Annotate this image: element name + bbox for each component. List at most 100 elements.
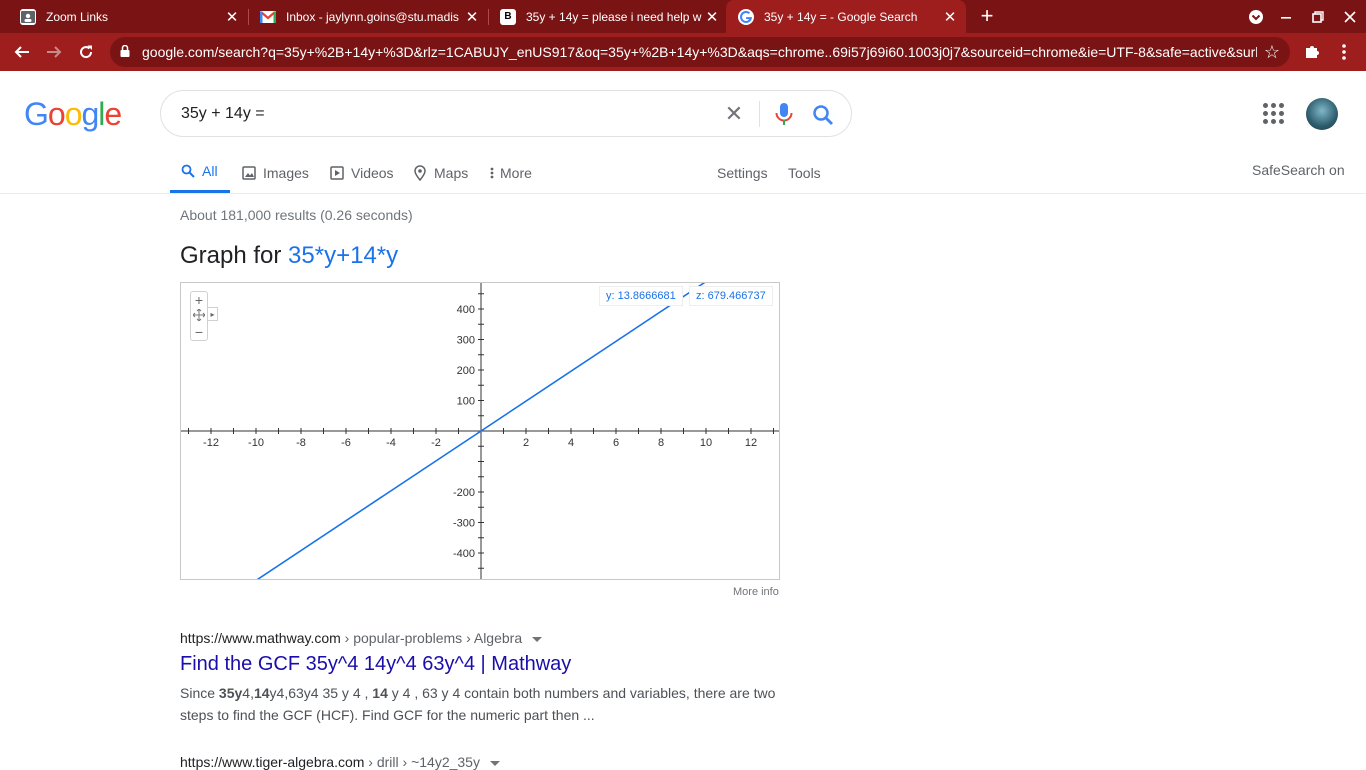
result-title-link[interactable]: Find the GCF 35y^4 14y^4 63y^4 | Mathway (180, 653, 571, 676)
tab-zoom-links[interactable]: Zoom Links ✕ (8, 0, 248, 33)
chrome-menu-icon[interactable] (1330, 38, 1358, 66)
search-icon[interactable] (811, 103, 835, 127)
search-input[interactable]: 35y + 14y = (181, 91, 265, 137)
safesearch-status[interactable]: SafeSearch on (1252, 162, 1345, 178)
tab-label: Images (263, 164, 309, 181)
x-tick-label: -6 (341, 437, 351, 449)
x-tick-label: -4 (386, 437, 396, 449)
graph-function: 35*y+14*y (288, 242, 399, 269)
tab-strip: Zoom Links ✕ Inbox - jaylynn.goins@stu.m… (0, 0, 1366, 33)
x-tick-label: -2 (431, 437, 441, 449)
google-g-icon (738, 8, 754, 25)
restore-icon[interactable] (1303, 0, 1333, 33)
tools-label: Tools (788, 164, 821, 181)
result-stats: About 181,000 results (0.26 seconds) (180, 207, 413, 223)
x-tick-label: 8 (658, 437, 664, 449)
y-tick-label: -300 (453, 518, 475, 530)
tab-videos[interactable]: Videos (329, 152, 394, 193)
logo-letter: e (104, 96, 122, 132)
lock-icon[interactable] (120, 45, 130, 57)
tab-all[interactable]: All (170, 152, 230, 193)
clear-search-icon[interactable]: ✕ (723, 103, 745, 125)
tab-label: Videos (351, 164, 394, 181)
more-vertical-icon (489, 165, 495, 181)
zoom-out-button[interactable]: − (191, 324, 207, 340)
y-tick-label: 500 (457, 283, 475, 286)
graph-more-info-link[interactable]: More info (733, 586, 779, 598)
x-tick-label: 2 (523, 437, 529, 449)
zoom-control: + − (190, 291, 208, 341)
result-menu-arrow-icon[interactable] (532, 636, 543, 642)
snippet-highlight: 14 (253, 685, 270, 701)
y-tick-label: -500 (453, 579, 475, 581)
x-tick-label: -8 (296, 437, 306, 449)
microphone-icon[interactable] (773, 102, 795, 126)
zoom-links-icon (20, 8, 36, 25)
tab-gmail-inbox[interactable]: Inbox - jaylynn.goins@stu.madis ✕ (248, 0, 488, 33)
account-avatar[interactable] (1306, 98, 1338, 130)
browser-toolbar: google.com/search?q=35y+%2B+14y+%3D&rlz=… (0, 33, 1366, 71)
y-readout: y: 13.8666681 (599, 286, 683, 306)
close-window-icon[interactable] (1335, 0, 1365, 33)
google-apps-icon[interactable] (1262, 102, 1286, 126)
back-icon[interactable] (8, 38, 36, 66)
tab-label: More (500, 164, 532, 181)
result-site: https://www.mathway.com (180, 630, 341, 646)
search-divider (759, 101, 760, 127)
result-snippet: Since 35y4,14y4,63y4 35 y 4 , 14 y 4 , 6… (180, 682, 780, 726)
search-nav-bar: All Images Videos Maps More Settings Too… (0, 152, 1366, 194)
tab-label: Maps (434, 164, 469, 181)
graph-title: Graph for 35*y+14*y (180, 242, 398, 270)
x-tick-label: -10 (248, 437, 264, 449)
extensions-puzzle-icon[interactable] (1298, 38, 1326, 66)
zoom-in-button[interactable]: + (191, 292, 207, 308)
tab-title: 35y + 14y = - Google Search (764, 9, 918, 24)
reload-icon[interactable] (72, 38, 100, 66)
video-icon (329, 165, 345, 181)
logo-letter: g (81, 96, 99, 132)
tab-images[interactable]: Images (241, 152, 309, 193)
result-menu-arrow-icon[interactable] (489, 760, 500, 766)
tab-google-search[interactable]: 35y + 14y = - Google Search ✕ (726, 0, 966, 33)
y-tick-label: -400 (453, 548, 475, 560)
y-tick-label: 100 (457, 396, 475, 408)
x-tick-label: 10 (700, 437, 712, 449)
z-readout: z: 679.466737 (689, 286, 773, 306)
settings-link[interactable]: Settings (717, 152, 768, 193)
logo-letter: G (24, 96, 49, 132)
tools-link[interactable]: Tools (788, 152, 821, 193)
minimize-icon[interactable] (1271, 0, 1301, 33)
graph-title-prefix: Graph for (180, 242, 289, 269)
x-tick-label: 4 (568, 437, 574, 449)
x-tick-label: 6 (613, 437, 619, 449)
google-logo[interactable]: Google (24, 96, 122, 133)
expand-arrow-icon[interactable]: ▸ (208, 307, 218, 321)
forward-icon[interactable] (40, 38, 68, 66)
brainly-icon: B (500, 8, 516, 25)
result-cite[interactable]: https://www.mathway.com › popular-proble… (180, 630, 543, 646)
search-box[interactable]: 35y + 14y = ✕ (160, 90, 852, 137)
bookmark-star-icon[interactable]: ☆ (1264, 42, 1280, 63)
tab-maps[interactable]: Maps (412, 152, 468, 193)
graph-plot[interactable]: -12 -10 -8 -6 -4 -2 2 4 6 8 10 12 400 300 200 100 -200 -3… (181, 283, 780, 580)
function-graph[interactable]: -12 -10 -8 -6 -4 -2 2 4 6 8 10 12 400 300 200 100 -200 -3… (180, 282, 780, 580)
close-tab-icon[interactable]: ✕ (702, 7, 722, 27)
snippet-highlight: 35y (218, 685, 243, 701)
y-tick-label: -200 (453, 487, 475, 499)
address-bar[interactable]: google.com/search?q=35y+%2B+14y+%3D&rlz=… (110, 37, 1290, 67)
tab-search-icon[interactable] (1241, 0, 1271, 33)
x-tick-label: -12 (203, 437, 219, 449)
close-tab-icon[interactable]: ✕ (462, 7, 482, 27)
new-tab-button[interactable]: + (975, 4, 999, 28)
snippet-text: Since (180, 685, 219, 701)
x-tick-label: 12 (745, 437, 757, 449)
close-tab-icon[interactable]: ✕ (222, 7, 242, 27)
search-icon (180, 163, 196, 179)
pan-icon[interactable] (191, 308, 207, 324)
tab-more[interactable]: More (489, 152, 532, 193)
close-tab-icon[interactable]: ✕ (940, 7, 960, 27)
logo-letter: o (47, 96, 66, 132)
tab-title: Zoom Links (46, 9, 109, 24)
tab-brainly[interactable]: B 35y + 14y = please i need help w ✕ (488, 0, 728, 33)
result-breadcrumb: › popular-problems › Algebra (340, 630, 523, 646)
